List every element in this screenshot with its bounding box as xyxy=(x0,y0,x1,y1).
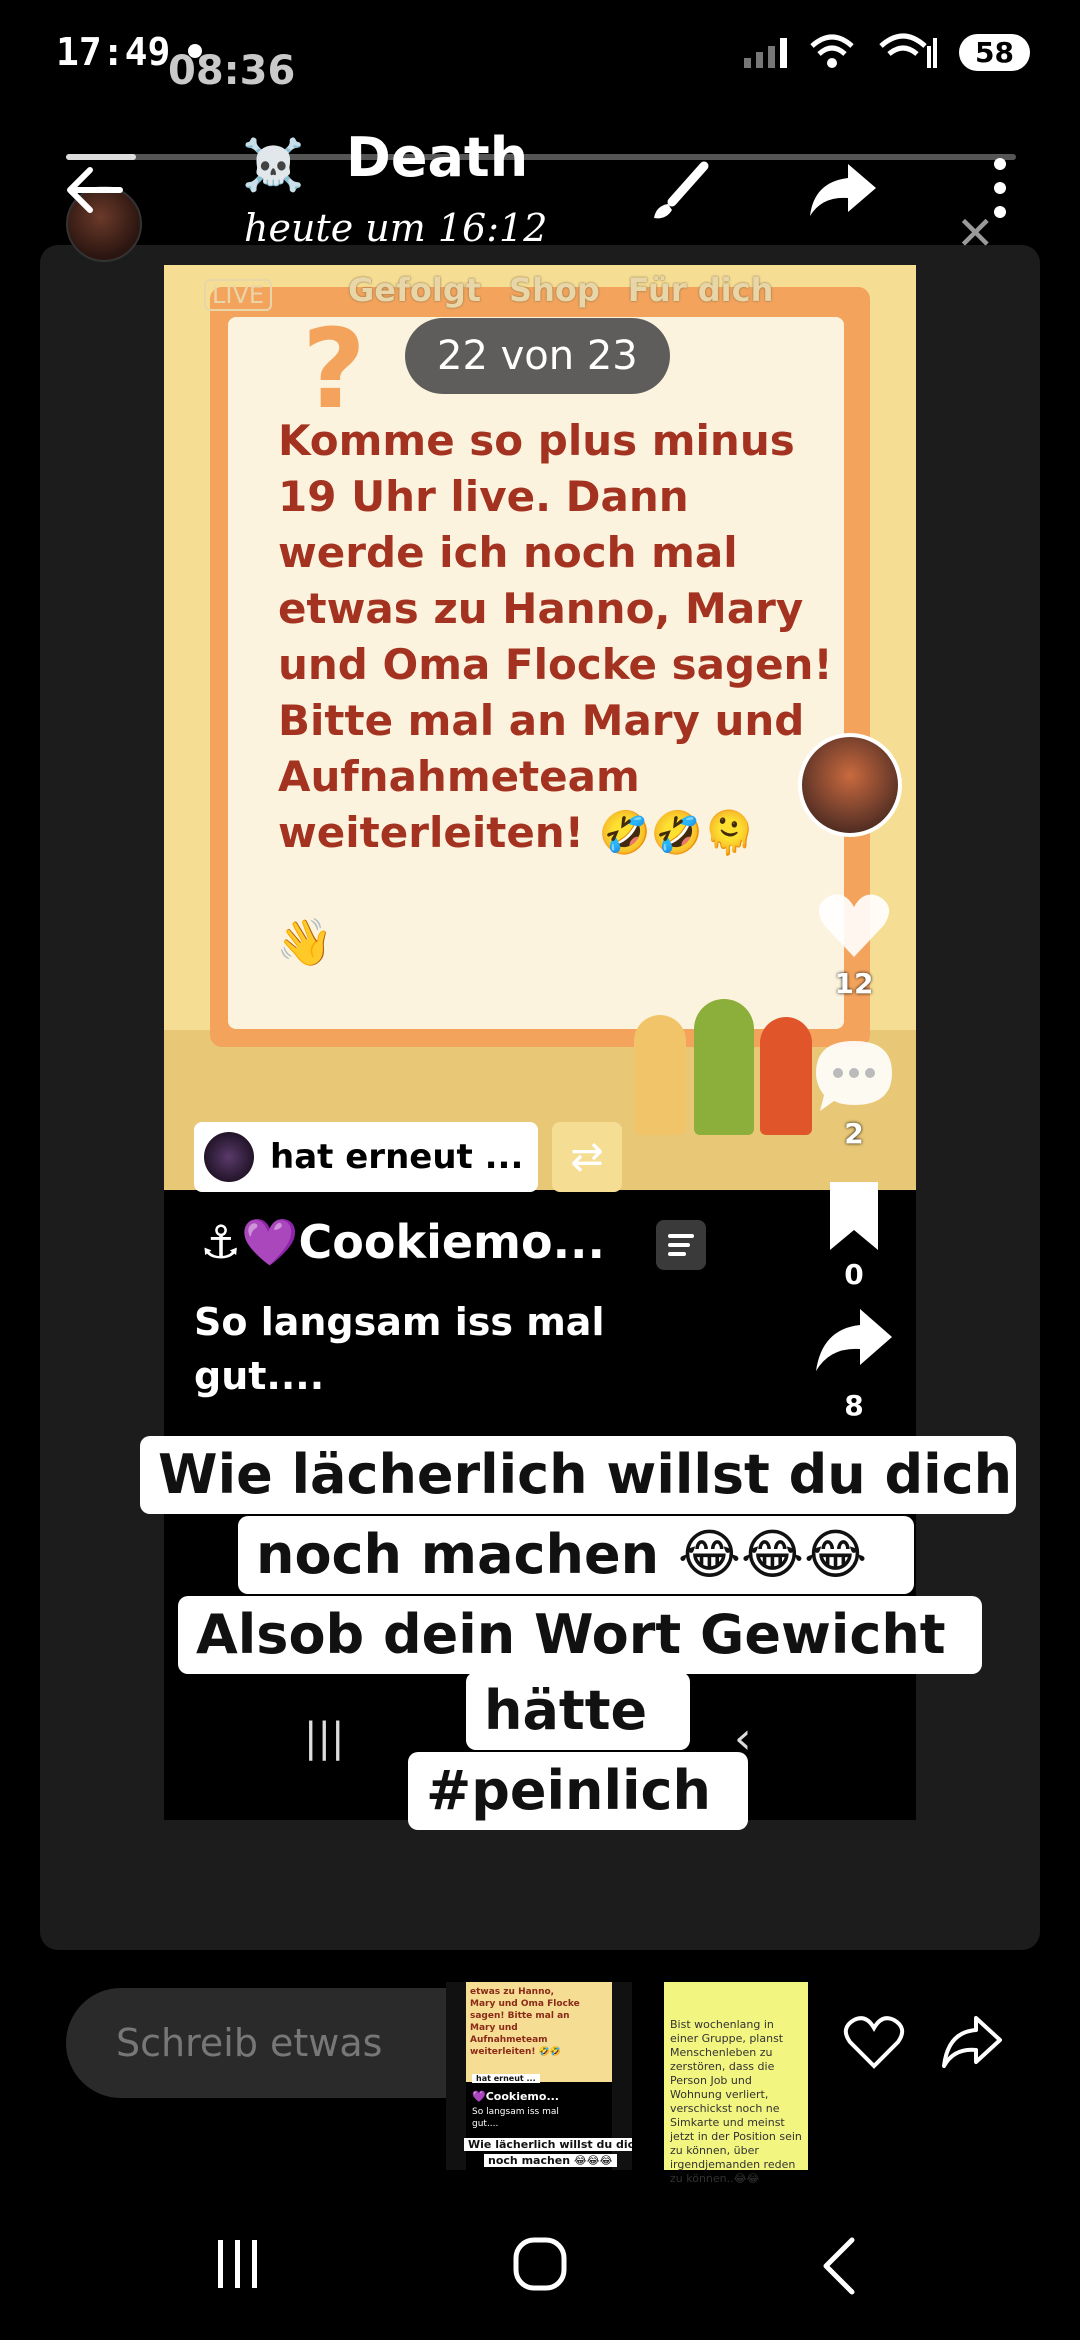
thumbnail-next-text: Bist wochenlang in einer Gruppe, planst … xyxy=(670,2018,802,2185)
waving-hand-icon: 👋 xyxy=(276,915,334,969)
close-icon[interactable]: ✕ xyxy=(956,206,995,260)
shares-count: 8 xyxy=(844,1389,864,1422)
wifi-data-icon xyxy=(879,33,938,68)
repost-label: hat erneut ... xyxy=(194,1122,538,1192)
status-time: 17:49 xyxy=(56,30,171,74)
notification-dot-icon xyxy=(188,44,202,58)
repost-icon: ⇄ xyxy=(552,1122,622,1192)
story-thumbnail-current[interactable]: etwas zu Hanno, Mary und Oma Flocke sage… xyxy=(446,1982,632,2170)
heart-icon xyxy=(818,894,890,957)
thumbnail-username: 💜Cookiemo... xyxy=(472,2090,559,2103)
thumbnail-caption: So langsam iss mal gut.... xyxy=(472,2107,559,2129)
thumbnail-overlay-1: Wie lächerlich willst du dich xyxy=(464,2138,632,2151)
thumbnail-overlay-2: noch machen 😂😂😂 xyxy=(484,2154,617,2167)
back-arrow-icon[interactable] xyxy=(62,158,126,222)
thumbnail-message: etwas zu Hanno, Mary und Oma Flocke sage… xyxy=(470,1987,580,2057)
story-timestamp: heute um 16:12 xyxy=(244,206,548,250)
wifi-icon xyxy=(810,34,854,68)
overlay-text-line-2: noch machen 😂😂😂 xyxy=(238,1516,914,1594)
recent-apps-icon[interactable] xyxy=(210,2236,266,2292)
heart-icon[interactable] xyxy=(842,2010,906,2074)
tiktok-tabs: Gefolgt Shop Für dich xyxy=(164,265,916,315)
comment-icon xyxy=(816,1041,892,1111)
overlay-text-line-5: #peinlich xyxy=(408,1752,748,1830)
story-title: Death N xyxy=(346,126,546,189)
overlay-text-line-1: Wie lächerlich willst du dich xyxy=(140,1436,1016,1514)
status-indicators: 58 xyxy=(744,32,1030,72)
status-time-underlay: 08:36 xyxy=(168,48,296,94)
video-message-text: Komme so plus minus 19 Uhr live. Dann we… xyxy=(278,416,833,857)
creator-avatar xyxy=(798,733,902,837)
inner-recent-apps-icon: ||| xyxy=(304,1715,345,1761)
signal-icon xyxy=(744,36,788,68)
tree-illustration xyxy=(624,995,824,1195)
tab-shop: Shop xyxy=(509,271,600,309)
tab-following: Gefolgt xyxy=(348,271,482,309)
menu-lines-icon xyxy=(656,1220,706,1270)
skull-icon: ☠️ xyxy=(242,136,305,194)
home-icon[interactable] xyxy=(512,2236,568,2292)
overlay-text-line-4: hätte xyxy=(466,1672,690,1750)
battery-level: 58 xyxy=(959,33,1030,71)
overlay-text-line-3: Alsob dein Wort Gewicht xyxy=(178,1596,982,1674)
page-indicator: 22 von 23 xyxy=(405,318,670,394)
thumbnail-repost: hat erneut ... xyxy=(472,2074,540,2083)
video-caption: So langsam iss mal gut.... xyxy=(194,1300,605,1398)
repost-text: hat erneut ... xyxy=(270,1137,524,1177)
repost-avatar xyxy=(204,1132,254,1182)
tab-for-you: Für dich xyxy=(627,271,774,309)
video-username: ⚓💜Cookiemo... xyxy=(200,1215,605,1269)
status-bar: 08:36 17:49 58 xyxy=(0,0,1080,100)
story-thumbnail-next[interactable]: Bist wochenlang in einer Gruppe, planst … xyxy=(664,1982,808,2185)
bookmarks-count: 0 xyxy=(844,1258,864,1291)
likes-count: 12 xyxy=(834,967,874,1000)
brush-icon[interactable] xyxy=(642,158,712,228)
comments-count: 2 xyxy=(844,1117,864,1150)
share-icon[interactable] xyxy=(940,2012,1004,2072)
bookmark-icon xyxy=(830,1182,878,1250)
share-icon[interactable] xyxy=(806,160,880,220)
back-icon[interactable] xyxy=(820,2236,860,2296)
share-icon xyxy=(816,1309,892,1371)
reply-input[interactable]: Schreib etwas xyxy=(66,1988,506,2098)
